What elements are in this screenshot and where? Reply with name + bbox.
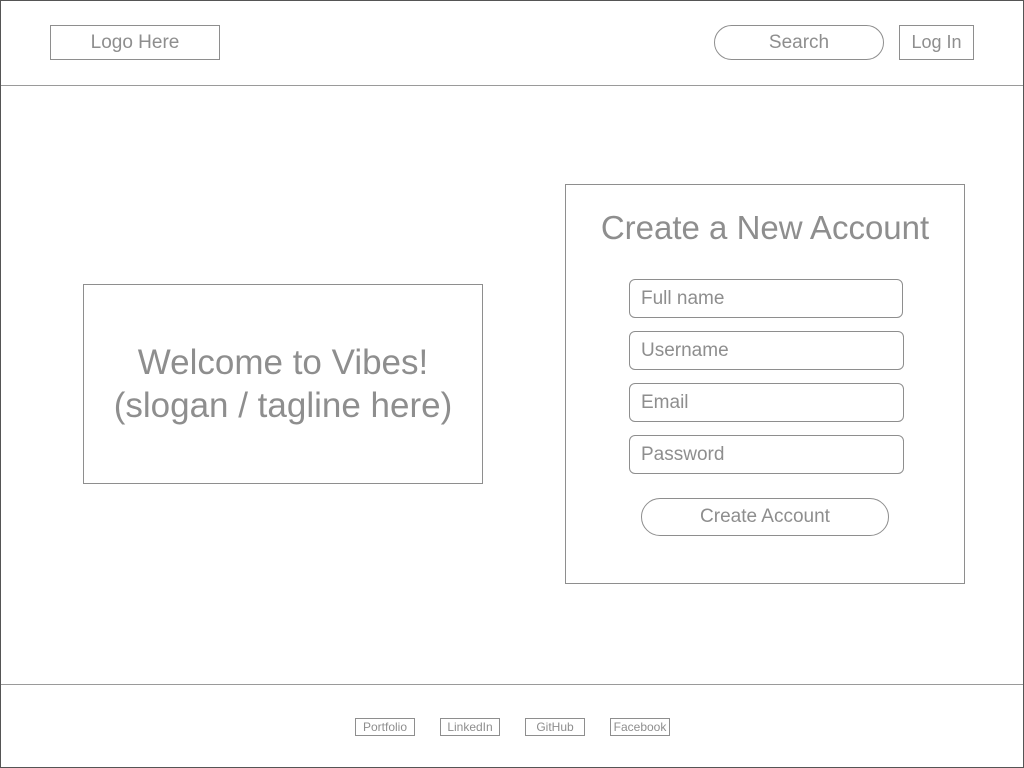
signup-form: Create a New Account Create Account [565,184,965,584]
footer-links: Portfolio LinkedIn GitHub Facebook [1,718,1023,736]
footer-link-github[interactable]: GitHub [525,718,585,736]
welcome-heading: Welcome to Vibes! [137,343,429,382]
login-button[interactable]: Log In [899,25,974,60]
create-account-button[interactable]: Create Account [641,498,889,536]
footer-link-portfolio[interactable]: Portfolio [355,718,415,736]
logo-placeholder[interactable]: Logo Here [50,25,220,60]
welcome-tagline: (slogan / tagline here) [113,386,453,425]
full-name-field[interactable] [629,279,903,318]
site-header: Logo Here Search Log In [1,1,1023,86]
site-footer: Portfolio LinkedIn GitHub Facebook [1,684,1023,768]
password-field[interactable] [629,435,904,474]
username-field[interactable] [629,331,904,370]
welcome-panel: Welcome to Vibes! (slogan / tagline here… [83,284,483,484]
footer-link-linkedin[interactable]: LinkedIn [440,718,500,736]
page-frame: Logo Here Search Log In Welcome to Vibes… [0,0,1024,768]
signup-title: Create a New Account [600,209,930,246]
footer-link-facebook[interactable]: Facebook [610,718,670,736]
email-field[interactable] [629,383,904,422]
search-button[interactable]: Search [714,25,884,60]
